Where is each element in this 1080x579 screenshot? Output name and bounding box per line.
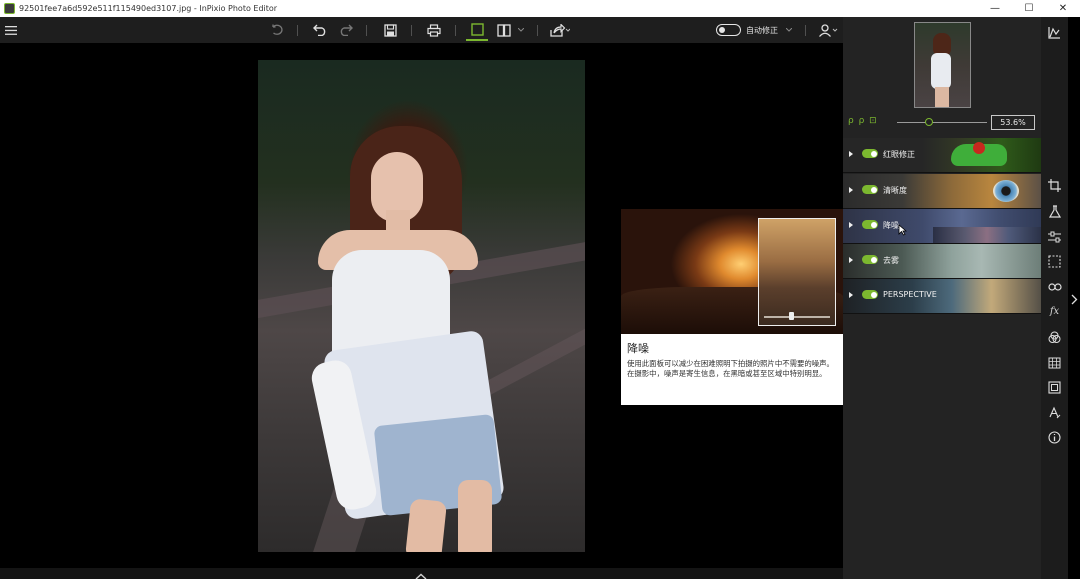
toolbar-separator <box>297 25 298 36</box>
selection-icon[interactable] <box>1047 254 1062 269</box>
save-icon[interactable] <box>380 21 400 39</box>
filter-label: 降噪 <box>883 221 899 230</box>
effects-fx-icon[interactable]: fx <box>1047 304 1062 319</box>
auto-fix-label: 自动修正 <box>746 26 778 35</box>
filter-label: PERSPECTIVE <box>883 290 937 299</box>
expand-arrow-icon[interactable] <box>849 222 853 228</box>
filter-toggle[interactable] <box>862 149 878 158</box>
chevron-up-icon[interactable] <box>414 568 428 579</box>
expand-arrow-icon[interactable] <box>849 292 853 298</box>
texture-grid-icon[interactable] <box>1047 355 1062 370</box>
undo-icon[interactable] <box>310 21 330 39</box>
filter-perspective[interactable]: PERSPECTIVE <box>843 279 1041 314</box>
print-icon[interactable] <box>424 21 444 39</box>
share-icon[interactable] <box>548 21 572 39</box>
filter-noise-reduction[interactable]: 降噪 <box>843 209 1041 244</box>
thumbnail-detail <box>935 87 949 107</box>
zoom-value-field[interactable]: 53.6% <box>991 115 1035 130</box>
filter-thumbnail-detail <box>993 180 1019 202</box>
redo-icon[interactable] <box>336 21 356 39</box>
toolbar-separator <box>805 25 806 36</box>
maximize-button[interactable]: ☐ <box>1012 0 1046 17</box>
filter-toggle[interactable] <box>862 290 878 299</box>
filter-label: 清晰度 <box>883 186 907 195</box>
expand-arrow-icon[interactable] <box>849 151 853 157</box>
expand-arrow-icon[interactable] <box>849 257 853 263</box>
thumbnail-detail <box>931 53 951 89</box>
auto-fix-dropdown-chevron-icon[interactable] <box>784 21 794 39</box>
filter-thumbnail-detail <box>933 227 1041 243</box>
tooltip-description: 使用此面板可以减少在困难照明下拍摄的照片中不需要的噪声。 在摄影中，噪声是寄生信… <box>627 359 839 378</box>
tooltip-description-line: 在摄影中，噪声是寄生信息，在黑暗或甚至区域中特别明显。 <box>627 368 827 378</box>
filter-thumbnail-detail <box>973 142 985 154</box>
filter-label: 红眼修正 <box>883 150 915 159</box>
zoom-row: ρ ρ ⊡ 53.6% <box>843 113 1041 131</box>
photo-canvas[interactable] <box>258 60 585 552</box>
color-wheel-icon[interactable] <box>1047 330 1062 345</box>
window-title: 92501fee7a6d592e511f115490ed3107.jpg - I… <box>19 4 278 13</box>
frame-icon[interactable] <box>1047 380 1062 395</box>
user-account-icon[interactable] <box>816 21 840 39</box>
single-view-icon[interactable] <box>466 19 488 41</box>
bottom-bar <box>0 568 843 579</box>
filter-toggle[interactable] <box>862 185 878 194</box>
filter-toggle[interactable] <box>862 220 878 229</box>
mouse-cursor-icon <box>898 223 908 241</box>
noise-reduction-tooltip: 降噪 使用此面板可以减少在困难照明下拍摄的照片中不需要的噪声。 在摄影中，噪声是… <box>621 209 843 405</box>
tools-sidebar: fx <box>1041 17 1068 579</box>
toolbar-separator <box>537 25 538 36</box>
info-icon[interactable] <box>1047 430 1062 445</box>
zoom-tools-icon[interactable]: ρ ρ ⊡ <box>848 116 878 126</box>
reset-icon[interactable] <box>268 21 286 39</box>
tooltip-title: 降噪 <box>627 342 649 355</box>
hamburger-menu-icon[interactable] <box>4 21 18 39</box>
toolbar-separator <box>455 25 456 36</box>
zoom-slider-knob[interactable] <box>925 118 933 126</box>
crop-icon[interactable] <box>1047 178 1062 193</box>
compare-dropdown-chevron-icon[interactable] <box>516 21 526 39</box>
histogram-icon[interactable] <box>1047 25 1062 40</box>
text-tool-icon[interactable] <box>1047 405 1062 420</box>
tooltip-description-line: 使用此面板可以减少在困难照明下拍摄的照片中不需要的噪声。 <box>627 359 834 368</box>
tooltip-inset-slider-knob <box>789 312 794 320</box>
filter-toggle[interactable] <box>862 255 878 264</box>
filter-red-eye[interactable]: 红眼修正 <box>843 138 1041 173</box>
filter-clarity[interactable]: 清晰度 <box>843 174 1041 209</box>
app-window: 92501fee7a6d592e511f115490ed3107.jpg - I… <box>0 0 1080 579</box>
flask-icon[interactable] <box>1047 204 1062 219</box>
expand-arrow-icon[interactable] <box>849 187 853 193</box>
tooltip-inset-slider <box>764 316 830 318</box>
close-button[interactable]: ✕ <box>1046 0 1080 17</box>
navigator-thumbnail[interactable] <box>914 22 971 108</box>
title-bar: 92501fee7a6d592e511f115490ed3107.jpg - I… <box>0 0 1080 17</box>
minimize-button[interactable]: — <box>978 0 1012 17</box>
toolbar-separator <box>411 25 412 36</box>
app-logo-icon <box>4 3 15 14</box>
expand-panel-chevron-icon[interactable] <box>1071 292 1078 310</box>
window-controls: — ☐ ✕ <box>978 0 1080 17</box>
photo-detail <box>404 498 448 552</box>
adjustments-sliders-icon[interactable] <box>1047 229 1062 244</box>
filter-dehaze[interactable]: 去雾 <box>843 244 1041 279</box>
zoom-slider-track[interactable] <box>897 122 987 123</box>
adjustments-panel: ρ ρ ⊡ 53.6% 红眼修正 清晰度 降噪 去雾 PERSPECTIVE <box>843 17 1041 579</box>
compare-view-icon[interactable] <box>494 21 514 39</box>
panel-edge <box>1068 17 1080 579</box>
photo-detail <box>458 480 492 552</box>
main-toolbar: 自动修正 <box>0 17 843 43</box>
filter-label: 去雾 <box>883 256 899 265</box>
red-eye-glasses-icon[interactable] <box>1047 279 1062 294</box>
tooltip-preview-image <box>621 209 843 334</box>
toolbar-separator <box>366 25 367 36</box>
tooltip-inset-image <box>758 218 836 326</box>
auto-fix-toggle[interactable] <box>716 24 741 36</box>
